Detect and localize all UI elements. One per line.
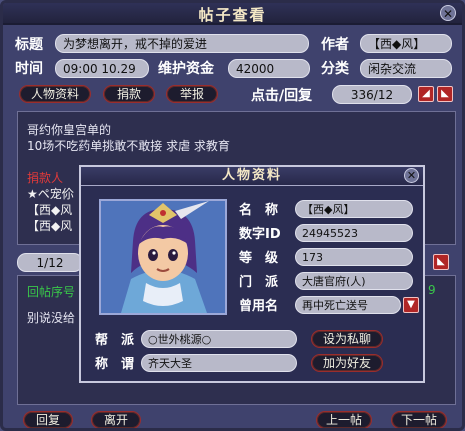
add-friend-button[interactable]: 加为好友 bbox=[311, 354, 383, 372]
profile-title: 人物资料 bbox=[81, 167, 423, 186]
leave-button[interactable]: 离开 bbox=[91, 411, 141, 428]
prev-post-button[interactable]: 上一帖 bbox=[316, 411, 372, 428]
title-label: 标题 bbox=[15, 37, 43, 53]
window-title: 帖子查看 bbox=[198, 6, 267, 24]
reply-floor-number: 9 bbox=[428, 283, 436, 297]
donor-heading: 捐款人 bbox=[27, 171, 64, 185]
next-post-button[interactable]: 下一帖 bbox=[391, 411, 447, 428]
scroll-down-button[interactable]: ◣ bbox=[437, 86, 453, 102]
fund-field: 42000 bbox=[228, 59, 310, 78]
donor-line-2: 【西◆风 bbox=[27, 203, 73, 217]
time-label: 时间 bbox=[15, 61, 43, 77]
donor-line-3: 【西◆风 bbox=[27, 219, 73, 233]
set-private-chat-button[interactable]: 设为私聊 bbox=[311, 330, 383, 348]
name-field: 【西◆风】 bbox=[295, 200, 413, 218]
gang-field: ○世外桃源○ bbox=[141, 330, 297, 348]
reply-page-field: 1/12 bbox=[17, 253, 83, 272]
author-field: 【西◆风】 bbox=[360, 34, 452, 53]
title-field: 为梦想离开，戒不掉的爱进 bbox=[55, 34, 309, 53]
character-portrait bbox=[99, 199, 227, 315]
profile-close-icon[interactable]: ✕ bbox=[404, 168, 419, 183]
character-portrait-art bbox=[101, 201, 225, 313]
fund-label: 维护资金 bbox=[158, 61, 214, 77]
level-field: 173 bbox=[295, 248, 413, 266]
title-honor-label: 称 谓 bbox=[95, 357, 135, 372]
profile-button[interactable]: 人物资料 bbox=[19, 85, 91, 103]
gang-label: 帮 派 bbox=[95, 333, 135, 348]
post-view-window: 帖子查看 ✕ 标题 为梦想离开，戒不掉的爱进 作者 【西◆风】 时间 09:00… bbox=[0, 0, 465, 431]
name-label: 名 称 bbox=[239, 203, 279, 218]
profile-popup: 人物资料 ✕ 名 称 【西◆风】 数字ID 24945523 等 级 173 门… bbox=[79, 165, 425, 383]
donor-line-1: ★ペ宠伱 bbox=[27, 187, 74, 201]
former-name-dropdown-icon[interactable]: ▼ bbox=[403, 297, 419, 313]
stats-label: 点击/回复 bbox=[251, 88, 313, 104]
category-label: 分类 bbox=[321, 61, 349, 77]
category-field: 闲杂交流 bbox=[360, 59, 452, 78]
post-line-1: 哥约你皇宫单的 bbox=[27, 123, 112, 137]
level-label: 等 级 bbox=[239, 251, 279, 266]
donate-button[interactable]: 捐款 bbox=[103, 85, 155, 103]
report-button[interactable]: 举报 bbox=[166, 85, 218, 103]
reply-button[interactable]: 回复 bbox=[23, 411, 73, 428]
close-icon[interactable]: ✕ bbox=[440, 5, 456, 21]
author-label: 作者 bbox=[321, 37, 349, 53]
school-field: 大唐官府(人) bbox=[295, 272, 413, 290]
time-field: 09:00 10.29 bbox=[55, 59, 149, 78]
former-name-field: 再中死亡送号 bbox=[295, 296, 401, 314]
reply-floor-label: 回帖序号 bbox=[27, 285, 76, 299]
stats-field: 336/12 bbox=[332, 85, 412, 104]
school-label: 门 派 bbox=[239, 275, 279, 290]
id-field: 24945523 bbox=[295, 224, 413, 242]
title-honor-field: 齐天大圣 bbox=[141, 354, 297, 372]
post-line-2: 10场不吃药单挑敢不敢接 求虐 求教育 bbox=[27, 139, 230, 153]
id-label: 数字ID bbox=[239, 227, 281, 242]
reply-body: 别说没给 bbox=[27, 311, 76, 325]
reply-next-button[interactable]: ◣ bbox=[433, 254, 449, 270]
former-name-label: 曾用名 bbox=[239, 299, 279, 314]
scroll-up-button[interactable]: ◢ bbox=[418, 86, 434, 102]
title-bar[interactable]: 帖子查看 ✕ bbox=[3, 3, 462, 25]
